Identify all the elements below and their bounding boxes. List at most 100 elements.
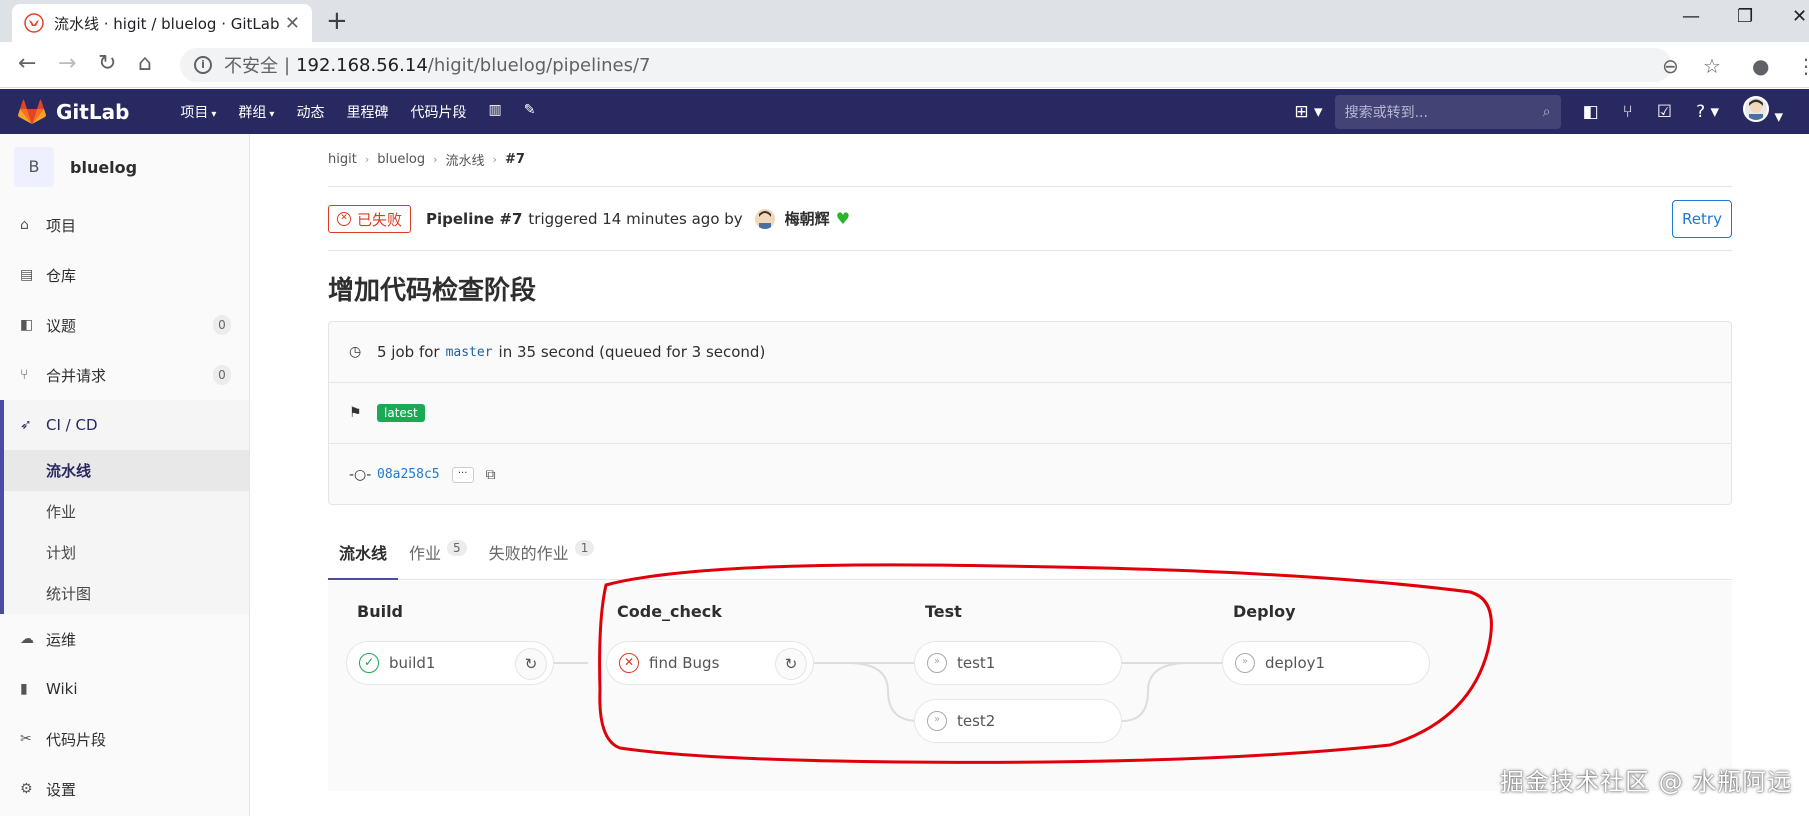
- sidebar: B bluelog ⌂ 项目 ▤ 仓库 ◧ 议题 0 ⑂ 合并请求 0 ➶ CI / CD 流…: [0, 134, 250, 816]
- breadcrumb-item-current[interactable]: #7: [505, 152, 525, 167]
- job-deploy1[interactable]: » deploy1: [1222, 641, 1430, 685]
- copy-icon[interactable]: ⧉: [486, 467, 496, 483]
- pipeline-info: Pipeline #7 triggered 14 minutes ago by …: [426, 208, 850, 229]
- close-window-icon[interactable]: ✕: [1792, 6, 1807, 27]
- gear-icon: ⚙: [20, 781, 33, 797]
- sidebar-item-label: 议题: [46, 316, 77, 335]
- sidebar-item-wiki[interactable]: ▮ Wiki: [0, 664, 249, 714]
- merge-request-icon[interactable]: ⑂: [1623, 102, 1633, 122]
- sidebar-sub-pipelines[interactable]: 流水线: [0, 450, 249, 491]
- minimize-icon[interactable]: —: [1682, 6, 1700, 27]
- retry-job-icon[interactable]: ↻: [775, 648, 807, 680]
- search-input[interactable]: 搜索或转到... ⌕: [1334, 94, 1561, 129]
- gitlab-tanuki-icon: [18, 99, 46, 124]
- cloud-icon: ☁: [20, 631, 34, 647]
- gitlab-logo[interactable]: GitLab: [18, 99, 129, 125]
- branch-name[interactable]: master: [446, 345, 493, 360]
- close-tab-icon[interactable]: ✕: [285, 13, 300, 34]
- stage-title: Build: [357, 602, 404, 621]
- sidebar-group-cicd: ➶ CI / CD 流水线 作业 计划 统计图: [0, 400, 249, 614]
- sidebar-item-repository[interactable]: ▤ 仓库: [0, 250, 249, 300]
- pipeline-triggered: triggered 14 minutes ago by: [528, 209, 743, 228]
- address-bar: ← → ↻ ⌂ i 不安全 | 192.168.56.14 /higit/blu…: [0, 42, 1809, 88]
- skipped-status-icon: »: [927, 653, 947, 673]
- breadcrumb-item[interactable]: higit: [328, 152, 357, 167]
- sidebar-item-operations[interactable]: ☁ 运维: [0, 614, 249, 664]
- chevron-right-icon: ›: [364, 153, 370, 166]
- url-path: /higit/bluelog/pipelines/7: [427, 54, 651, 76]
- forward-icon[interactable]: →: [58, 52, 76, 76]
- issues-icon: ◧: [20, 317, 34, 333]
- user-menu[interactable]: ▾: [1743, 96, 1783, 127]
- sidebar-item-settings[interactable]: ⚙ 设置: [0, 764, 249, 814]
- zoom-icon[interactable]: ⊖: [1662, 54, 1679, 78]
- browser-tab[interactable]: 流水线 · higit / bluelog · GitLab ✕: [12, 4, 312, 42]
- profile-icon[interactable]: ●: [1752, 54, 1769, 78]
- project-name: bluelog: [70, 157, 138, 177]
- commit-sha[interactable]: 08a258c5: [377, 467, 440, 482]
- sidebar-item-label: CI / CD: [46, 416, 98, 434]
- doc-icon: ▤: [20, 267, 34, 283]
- issues-count: 0: [213, 315, 231, 335]
- tab-label: 失败的作业: [488, 544, 569, 563]
- issues-icon[interactable]: ◧: [1583, 102, 1599, 122]
- browser-tab-bar: 流水线 · higit / bluelog · GitLab ✕ + — ❐ ✕: [0, 0, 1809, 42]
- status-badge[interactable]: ✕ 已失败: [328, 205, 412, 233]
- sidebar-item-label: 项目: [46, 216, 77, 235]
- browser-menu-icon[interactable]: ⋮: [1796, 54, 1809, 78]
- home-icon[interactable]: ⌂: [138, 52, 152, 76]
- avatar[interactable]: [754, 208, 775, 229]
- breadcrumb-item[interactable]: 流水线: [446, 150, 485, 169]
- reload-icon[interactable]: ↻: [98, 52, 116, 76]
- sidebar-sub-charts[interactable]: 统计图: [0, 573, 249, 614]
- nav-groups[interactable]: 群组 ▾: [227, 102, 285, 122]
- maximize-icon[interactable]: ❐: [1737, 6, 1753, 27]
- tab-failed-jobs[interactable]: 失败的作业 1: [478, 528, 606, 579]
- sidebar-sub-jobs[interactable]: 作业: [0, 491, 249, 532]
- breadcrumb-item[interactable]: bluelog: [377, 152, 425, 167]
- job-find-bugs[interactable]: ✕ find Bugs ↻: [606, 641, 814, 685]
- header-right: ⊞ ▾ 搜索或转到... ⌕ ◧ ⑂ ☑ ? ▾ ▾: [1282, 89, 1809, 134]
- sidebar-project[interactable]: B bluelog: [0, 134, 249, 200]
- sidebar-item-merge-requests[interactable]: ⑂ 合并请求 0: [0, 350, 249, 400]
- job-test1[interactable]: » test1: [914, 641, 1122, 685]
- nav-snippets[interactable]: 代码片段: [399, 102, 477, 122]
- sidebar-item-label: Wiki: [46, 680, 78, 698]
- todo-icon[interactable]: ☑: [1657, 102, 1672, 122]
- chart-icon[interactable]: ▥: [477, 102, 512, 122]
- job-test2[interactable]: » test2: [914, 699, 1122, 743]
- new-plus-icon[interactable]: ⊞ ▾: [1294, 102, 1322, 122]
- site-info-icon[interactable]: i: [194, 56, 212, 74]
- sidebar-item-issues[interactable]: ◧ 议题 0: [0, 300, 249, 350]
- avatar: [1743, 96, 1770, 122]
- stage-title: Deploy: [1233, 602, 1296, 621]
- job-name: test1: [957, 654, 996, 672]
- retry-button[interactable]: Retry: [1672, 200, 1732, 238]
- nav-groups-label: 群组: [238, 104, 267, 121]
- wrench-icon[interactable]: ✎: [513, 102, 547, 122]
- failed-status-icon: ✕: [337, 212, 351, 226]
- new-tab-icon[interactable]: +: [326, 6, 348, 36]
- merge-requests-count: 0: [213, 365, 231, 385]
- nav-milestones[interactable]: 里程碑: [335, 102, 399, 122]
- tab-jobs[interactable]: 作业 5: [398, 528, 478, 579]
- help-icon[interactable]: ? ▾: [1696, 102, 1719, 122]
- sidebar-item-snippets[interactable]: ✂ 代码片段: [0, 714, 249, 764]
- pipeline-author[interactable]: 梅朝辉: [785, 208, 830, 229]
- bookmark-star-icon[interactable]: ☆: [1703, 54, 1721, 78]
- back-icon[interactable]: ←: [18, 52, 36, 76]
- job-build1[interactable]: ✓ build1 ↻: [346, 641, 554, 685]
- sidebar-item-cicd[interactable]: ➶ CI / CD: [0, 400, 249, 450]
- sidebar-sub-schedules[interactable]: 计划: [0, 532, 249, 573]
- stage-title: Code_check: [617, 602, 722, 621]
- expand-commit-button[interactable]: ···: [451, 466, 474, 483]
- tab-pipeline[interactable]: 流水线: [328, 528, 399, 580]
- sidebar-item-project[interactable]: ⌂ 项目: [0, 200, 249, 250]
- url-input[interactable]: i 不安全 | 192.168.56.14 /higit/bluelog/pip…: [180, 48, 1672, 82]
- failed-status-icon: ✕: [619, 653, 639, 673]
- merge-icon: ⑂: [20, 367, 29, 383]
- nav-projects[interactable]: 项目 ▾: [169, 102, 227, 122]
- retry-job-icon[interactable]: ↻: [515, 648, 547, 680]
- nav-activity[interactable]: 动态: [285, 102, 335, 122]
- url-host: 192.168.56.14: [296, 54, 428, 76]
